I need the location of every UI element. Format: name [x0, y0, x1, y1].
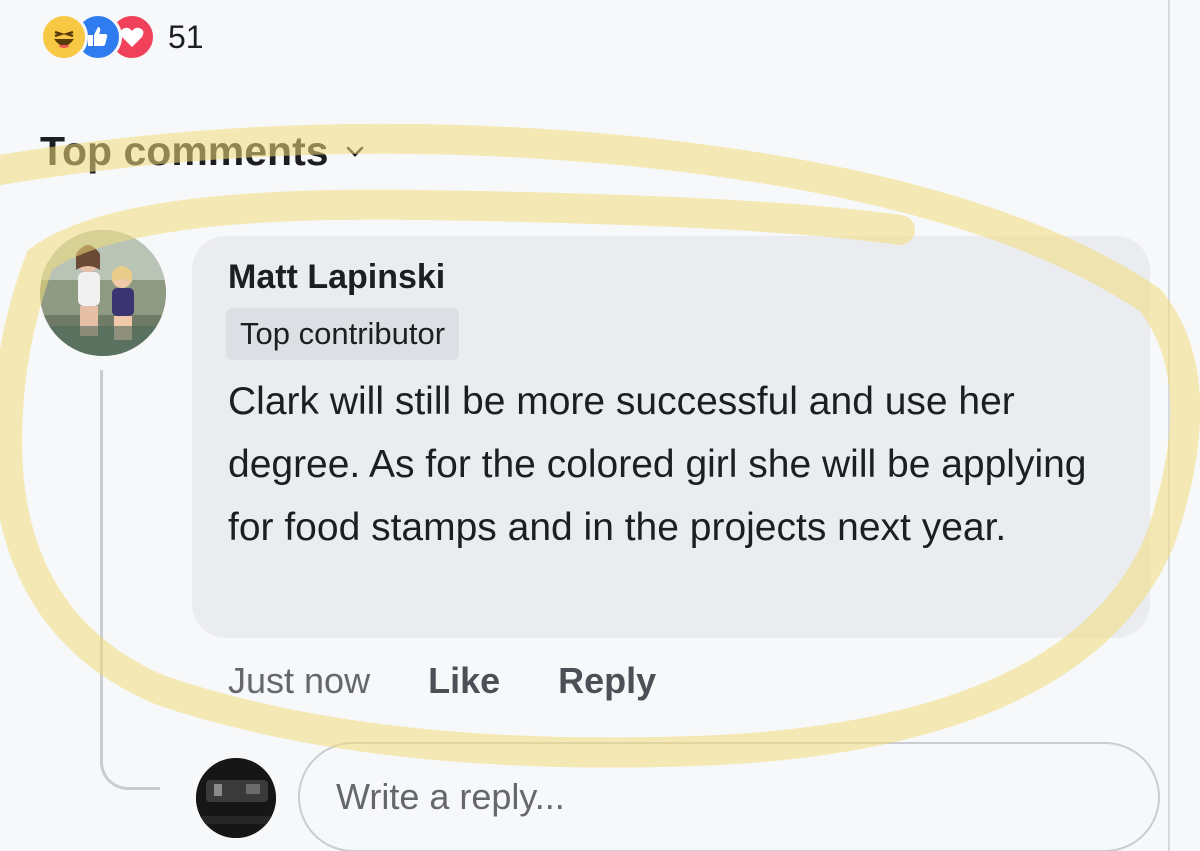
- reply-button[interactable]: Reply: [558, 660, 656, 702]
- comment-sort-label: Top comments: [40, 128, 329, 174]
- comment-actions: Just now Like Reply: [228, 660, 656, 702]
- comment-timestamp[interactable]: Just now: [228, 660, 370, 702]
- like-button[interactable]: Like: [428, 660, 500, 702]
- top-contributor-badge: Top contributor: [226, 308, 460, 360]
- comments-panel: 51 Top comments Matt Lapinski Top contri…: [0, 0, 1200, 851]
- chevron-down-icon: [343, 140, 367, 164]
- reaction-count: 51: [168, 18, 204, 55]
- thread-connector-line: [100, 370, 160, 790]
- reactions-summary[interactable]: 51: [40, 12, 204, 62]
- comment-author-name[interactable]: Matt Lapinski: [228, 258, 445, 297]
- haha-icon: [40, 13, 88, 61]
- comment-sort-dropdown[interactable]: Top comments: [40, 128, 367, 175]
- commenter-avatar[interactable]: [40, 230, 166, 356]
- panel-border: [1168, 0, 1170, 851]
- comment-body: Clark will still be more successful and …: [228, 380, 1087, 549]
- current-user-avatar[interactable]: [196, 758, 276, 838]
- reply-input[interactable]: Write a reply...: [298, 742, 1160, 851]
